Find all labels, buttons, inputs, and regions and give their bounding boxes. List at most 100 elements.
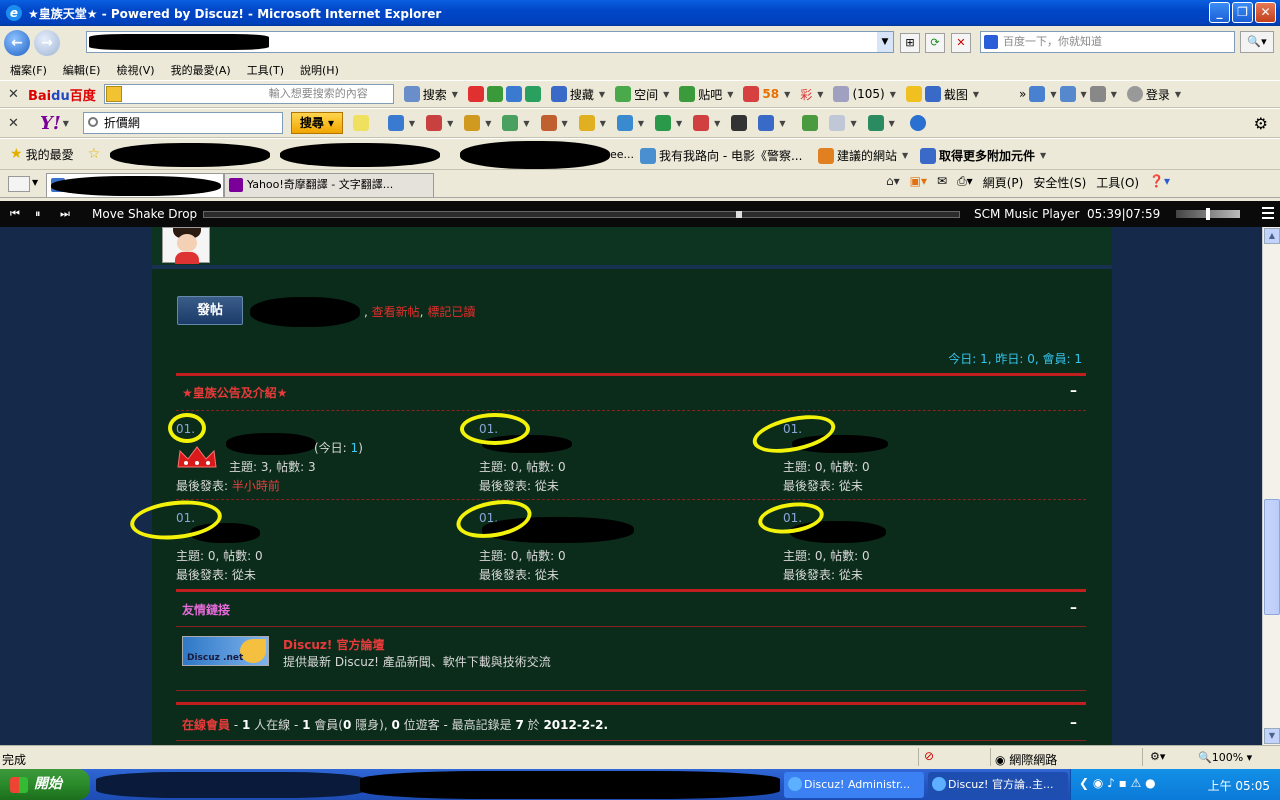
weather-icon — [829, 115, 846, 131]
mark-read-link[interactable]: 標記已讀 — [427, 305, 475, 319]
previous-icon[interactable]: ⏮ — [10, 207, 20, 221]
address-dropdown-icon[interactable]: ▼ — [877, 32, 893, 52]
player-name: SCM Music Player — [974, 207, 1080, 221]
baidu-58-button[interactable]: 58 ▼ — [743, 86, 790, 102]
volume-knob[interactable] — [1206, 208, 1210, 220]
view-new-posts-link[interactable]: 查看新帖 — [372, 305, 420, 319]
compat-view-icon[interactable]: ⊞ — [900, 33, 920, 53]
rss-icon[interactable]: ▣▾ — [910, 174, 927, 191]
close-yahoo-toolbar-icon[interactable]: ✕ — [8, 116, 22, 131]
new-post-button[interactable]: 發帖 — [177, 296, 243, 325]
menu-edit[interactable]: 編輯(E) — [63, 62, 101, 78]
discuz-logo[interactable]: Discuz .net — [182, 636, 269, 666]
baidu-extras-button[interactable]: » ▼ ▼ ▼ — [1019, 86, 1117, 102]
scroll-down-icon[interactable]: ▼ — [1264, 728, 1280, 744]
search-go-button[interactable]: 🔍▾ — [1240, 31, 1274, 53]
next-icon[interactable]: ⏭ — [60, 207, 70, 221]
collapse-section-1-icon[interactable]: – — [1070, 383, 1077, 399]
toolbar-icons-group[interactable] — [467, 86, 541, 102]
favorite-movie-link[interactable]: 我有我路向 - 电影《警察... — [640, 147, 802, 164]
window-title: ★皇族天堂★ - Powered by Discuz! - Microsoft … — [28, 6, 442, 21]
windows-flag-icon — [10, 777, 28, 793]
taskbar-item-forum[interactable]: Discuz! 官方論..主... — [928, 772, 1068, 798]
blocked-icon[interactable]: ⊘ — [924, 749, 934, 763]
suggested-sites-link[interactable]: 建議的網站 ▼ — [818, 147, 908, 164]
dashed-divider — [176, 410, 1086, 411]
maximize-button[interactable]: ❐ — [1232, 2, 1253, 23]
safety-menu[interactable]: 安全性(S) — [1033, 174, 1086, 191]
address-input[interactable]: ▼ — [86, 31, 894, 53]
baidu-logo: Baidu百度 — [28, 88, 96, 104]
pause-icon[interactable]: ⏸ — [35, 207, 41, 221]
forum-last-post: 最後發表: 半小時前 — [176, 479, 280, 493]
back-button[interactable]: ← — [4, 30, 30, 56]
user-icon — [1126, 86, 1143, 102]
baidu-space-button[interactable]: 空间 ▼ — [615, 86, 669, 103]
progress-bar[interactable] — [203, 211, 960, 218]
yahoo-search-button[interactable]: 搜尋 ▾ — [290, 112, 343, 134]
add-favorite-icon[interactable]: ☆ — [88, 146, 101, 162]
page-menu[interactable]: 網頁(P) — [983, 174, 1024, 191]
baidu-login-button[interactable]: 登录 ▼ — [1126, 86, 1181, 103]
baidu-screenshot-button[interactable]: 截图 ▼ — [905, 86, 979, 103]
minimize-button[interactable]: _ — [1209, 2, 1230, 23]
discuz-official-link[interactable]: Discuz! 官方論壇 — [283, 636, 385, 653]
refresh-icon[interactable]: ⟳ — [925, 33, 945, 53]
taskbar-item-admin[interactable]: Discuz! Administr... — [784, 772, 924, 798]
close-button[interactable]: ✕ — [1255, 2, 1276, 23]
baidu-search-button[interactable]: 搜索 ▼ — [403, 86, 458, 103]
baidu-lottery-button[interactable]: 彩 ▼ — [800, 86, 823, 103]
baidu-tieba-button[interactable]: 贴吧 ▼ — [679, 86, 733, 103]
baidu-favorites-button[interactable]: 搜藏 ▼ — [550, 86, 605, 103]
highlight-icon — [352, 115, 369, 131]
tab-yahoo-translate[interactable]: Yahoo!奇摩翻譯 - 文字翻譯... — [224, 173, 434, 197]
vertical-scrollbar[interactable]: ▲ ▼ — [1262, 227, 1280, 745]
progress-knob[interactable] — [736, 211, 742, 218]
baidu-search-input[interactable]: 百度一下，你就知道 — [980, 31, 1235, 53]
yahoo-logo-dropdown-icon[interactable]: ▼ — [63, 119, 69, 128]
get-addons-link[interactable]: 取得更多附加元件 ▼ — [920, 147, 1046, 164]
menu-help[interactable]: 說明(H) — [300, 62, 339, 78]
collapse-section-2-icon[interactable]: – — [1070, 600, 1077, 616]
tools-menu[interactable]: 工具(O) — [1096, 174, 1139, 191]
print-icon[interactable]: ⎙▾ — [957, 174, 973, 191]
menu-tools[interactable]: 工具(T) — [247, 62, 284, 78]
stop-icon[interactable]: ✕ — [951, 33, 971, 53]
section-title-announcements[interactable]: ★皇族公告及介紹★ — [182, 384, 288, 401]
read-mail-icon[interactable]: ✉ — [937, 174, 947, 191]
player-menu-icon[interactable] — [1262, 207, 1274, 219]
home-icon[interactable]: ⌂▾ — [886, 174, 900, 191]
avatar[interactable] — [162, 227, 210, 264]
zoom-level[interactable]: 🔍100% ▾ — [1198, 751, 1252, 764]
menu-favorites[interactable]: 我的最愛(A) — [171, 62, 231, 78]
section-title-friend-links[interactable]: 友情鏈接 — [182, 601, 230, 618]
baidu-toolbar-input[interactable]: 輸入想要搜索的內容 — [103, 84, 394, 104]
inbox-icon — [833, 86, 850, 102]
quick-tabs-icon[interactable] — [8, 176, 30, 192]
tab-active[interactable] — [46, 173, 224, 197]
yahoo-search-input[interactable]: 折價網 — [82, 112, 283, 134]
menu-view[interactable]: 檢視(V) — [116, 62, 154, 78]
magnifier-icon — [87, 117, 98, 127]
baidu-mail-count-button[interactable]: (105) ▼ — [833, 86, 896, 102]
help-icon[interactable]: ❓▾ — [1149, 174, 1170, 191]
close-toolbar-icon[interactable]: ✕ — [8, 87, 22, 102]
collapse-section-3-icon[interactable]: – — [1070, 715, 1077, 731]
volume-slider[interactable] — [1176, 208, 1240, 220]
favorite-truncated-label[interactable]: ee... — [610, 148, 634, 161]
favorites-button[interactable]: ★ 我的最愛 — [10, 146, 74, 163]
tab-list-dropdown-icon[interactable]: ▼ — [32, 178, 38, 187]
car-icon — [693, 115, 710, 131]
menu-bar: 檔案(F) 編輯(E) 檢視(V) 我的最愛(A) 工具(T) 說明(H) — [0, 60, 1280, 80]
protected-mode-icon[interactable]: ⚙▾ — [1150, 750, 1165, 763]
forward-button[interactable]: → — [34, 30, 60, 56]
menu-file[interactable]: 檔案(F) — [10, 62, 47, 78]
scroll-thumb[interactable] — [1264, 499, 1280, 615]
yahoo-settings-gear-icon[interactable]: ⚙ — [1254, 114, 1268, 133]
scroll-up-icon[interactable]: ▲ — [1264, 228, 1280, 244]
start-button[interactable]: 開始 — [0, 769, 90, 800]
music-player: ⏮ ⏸ ⏭ Move Shake Drop SCM Music Player 0… — [0, 201, 1280, 227]
online-title[interactable]: 在線會員 — [182, 718, 230, 732]
yahoo-tool-icons[interactable]: ▼ ▼ ▼ ▼ ▼ ▼ ▼ ▼ ▼ ▼ ▼ ▼ — [352, 115, 926, 131]
tray-icons[interactable]: ❮ ◉ ♪ ▪ ⚠ ● — [1079, 776, 1156, 790]
